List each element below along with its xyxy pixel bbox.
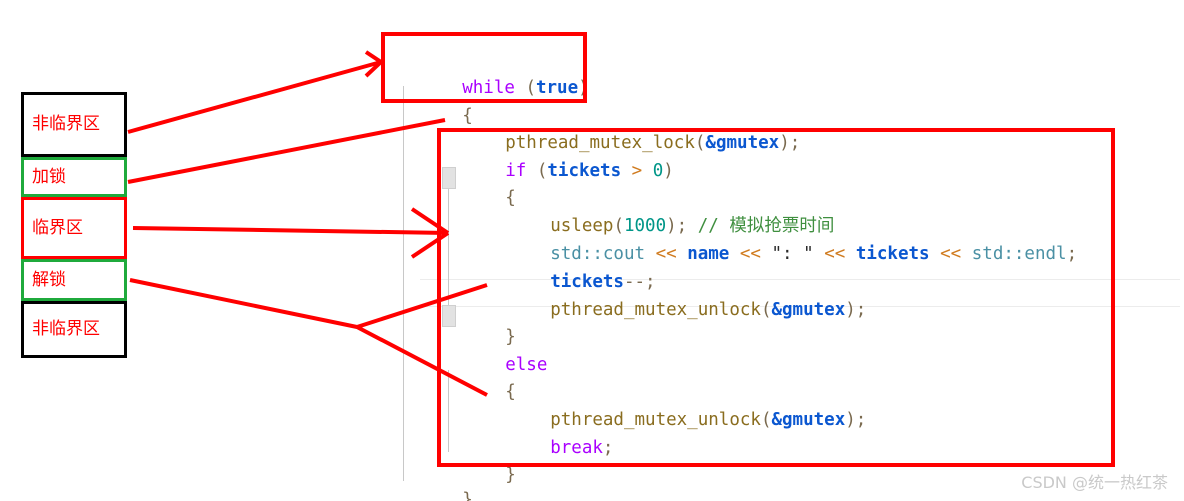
token-brace-close: } <box>462 490 473 501</box>
csdn-watermark: CSDN @统一热红茶 <box>1021 473 1168 492</box>
code-line-16: } <box>399 470 473 501</box>
token-brace-close: } <box>505 465 516 485</box>
annotation-box-critical-section <box>437 128 1115 467</box>
diagram-canvas: 非临界区 加锁 临界区 解锁 非临界区 while (true) {pthre… <box>0 0 1184 501</box>
annotation-box-while-loop <box>381 32 587 103</box>
